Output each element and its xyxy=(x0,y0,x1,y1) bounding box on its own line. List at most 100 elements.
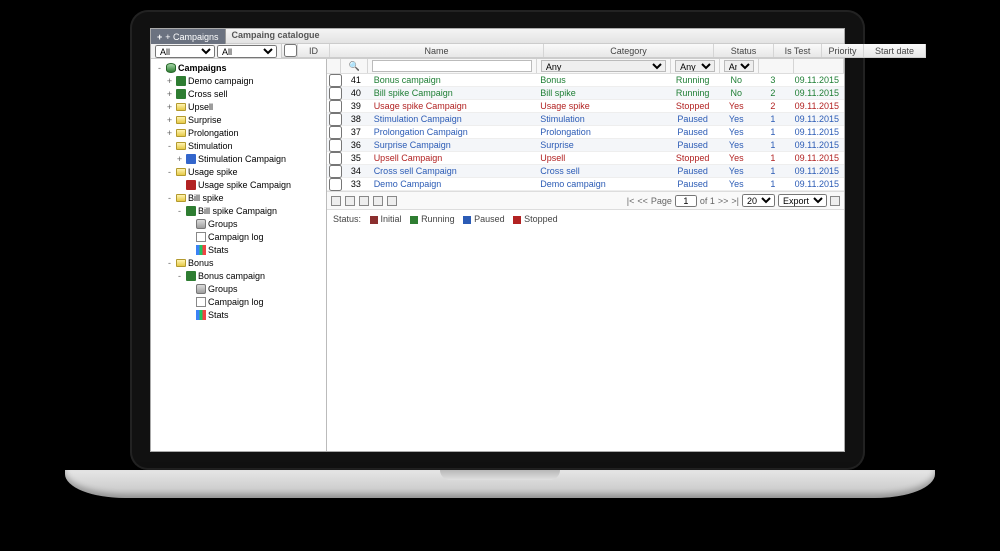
cell-category[interactable]: Cross sell xyxy=(536,165,669,177)
row-checkbox[interactable] xyxy=(329,165,342,178)
tree-node[interactable]: +Stimulation Campaign xyxy=(153,152,324,165)
filter-2-select[interactable]: All xyxy=(217,45,277,58)
search-icon[interactable]: 🔍 xyxy=(349,61,360,72)
table-row[interactable]: 37Prolongation CampaignProlongationPause… xyxy=(327,126,844,139)
table-row[interactable]: 41Bonus campaignBonusRunningNo309.11.201… xyxy=(327,74,844,87)
pager-first-icon[interactable]: |< xyxy=(627,196,635,206)
cell-name[interactable]: Stimulation Campaign xyxy=(370,113,537,125)
table-row[interactable]: 38Stimulation CampaignStimulationPausedY… xyxy=(327,113,844,126)
tree-node[interactable]: +Demo campaign xyxy=(153,74,324,87)
col-name[interactable]: Name xyxy=(330,44,544,57)
expand-icon[interactable]: + xyxy=(165,76,174,86)
expand-icon[interactable]: - xyxy=(165,193,174,203)
cell-category[interactable]: Bonus xyxy=(536,74,669,86)
pager-export-select[interactable]: Export xyxy=(778,194,827,207)
tree-node[interactable]: Campaign log xyxy=(153,230,324,243)
tree-node[interactable]: Stats xyxy=(153,308,324,321)
cell-category[interactable]: Surprise xyxy=(536,139,669,151)
cell-category[interactable]: Stimulation xyxy=(536,113,669,125)
row-checkbox[interactable] xyxy=(329,152,342,165)
pager-prev-icon[interactable]: << xyxy=(637,196,648,206)
cell-category[interactable]: Demo campaign xyxy=(536,178,669,190)
col-id[interactable]: ID xyxy=(298,44,330,57)
expand-icon[interactable]: + xyxy=(165,115,174,125)
col-status[interactable]: Status xyxy=(714,44,774,57)
row-checkbox[interactable] xyxy=(329,178,342,191)
expand-icon[interactable]: + xyxy=(165,89,174,99)
cell-name[interactable]: Upsell Campaign xyxy=(370,152,537,164)
cell-category[interactable]: Upsell xyxy=(536,152,669,164)
tree-node[interactable]: Campaign log xyxy=(153,295,324,308)
table-row[interactable]: 35Upsell CampaignUpsellStoppedYes109.11.… xyxy=(327,152,844,165)
expand-icon[interactable] xyxy=(185,284,194,294)
tree-node[interactable]: -Bonus xyxy=(153,256,324,269)
cell-category[interactable]: Bill spike xyxy=(536,87,669,99)
table-row[interactable]: 33Demo CampaignDemo campaignPausedYes109… xyxy=(327,178,844,191)
tree-node[interactable]: -Stimulation xyxy=(153,139,324,152)
filter-1-select[interactable]: All xyxy=(155,45,215,58)
pager-next-icon[interactable]: >> xyxy=(718,196,729,206)
tree-node[interactable]: -Bill spike Campaign xyxy=(153,204,324,217)
table-row[interactable]: 39Usage spike CampaignUsage spikeStopped… xyxy=(327,100,844,113)
expand-icon[interactable]: - xyxy=(165,258,174,268)
expand-icon[interactable]: - xyxy=(165,141,174,151)
expand-icon[interactable] xyxy=(185,219,194,229)
expand-icon[interactable]: - xyxy=(175,206,184,216)
expand-icon[interactable]: + xyxy=(175,154,184,164)
row-checkbox[interactable] xyxy=(329,139,342,152)
tree-node[interactable]: +Cross sell xyxy=(153,87,324,100)
cell-name[interactable]: Bonus campaign xyxy=(370,74,537,86)
tree-node[interactable]: +Upsell xyxy=(153,100,324,113)
tree-node[interactable]: -Usage spike xyxy=(153,165,324,178)
table-row[interactable]: 36Surprise CampaignSurprisePausedYes109.… xyxy=(327,139,844,152)
edit-icon[interactable] xyxy=(345,196,355,206)
col-startdate[interactable]: Start date xyxy=(864,44,926,57)
select-all-checkbox[interactable] xyxy=(284,44,297,57)
expand-icon[interactable]: - xyxy=(165,167,174,177)
copy-icon[interactable] xyxy=(359,196,369,206)
tree-node[interactable]: -Bonus campaign xyxy=(153,269,324,282)
refresh-icon[interactable] xyxy=(387,196,397,206)
tree-node[interactable]: Stats xyxy=(153,243,324,256)
tree-node[interactable]: +Surprise xyxy=(153,113,324,126)
delete-icon[interactable] xyxy=(373,196,383,206)
expand-icon[interactable] xyxy=(185,245,194,255)
col-priority[interactable]: Priority xyxy=(822,44,864,57)
row-checkbox[interactable] xyxy=(329,87,342,100)
expand-icon[interactable]: + xyxy=(165,128,174,138)
expand-icon[interactable] xyxy=(185,310,194,320)
table-row[interactable]: 34Cross sell CampaignCross sellPausedYes… xyxy=(327,165,844,178)
col-istest[interactable]: Is Test xyxy=(774,44,822,57)
pager-page-input[interactable] xyxy=(675,195,697,207)
row-checkbox[interactable] xyxy=(329,113,342,126)
tree-node[interactable]: -Bill spike xyxy=(153,191,324,204)
expand-icon[interactable] xyxy=(185,297,194,307)
table-row[interactable]: 40Bill spike CampaignBill spikeRunningNo… xyxy=(327,87,844,100)
tree-root[interactable]: - Campaigns xyxy=(153,61,324,74)
cell-name[interactable]: Demo Campaign xyxy=(370,178,537,190)
expand-icon[interactable]: - xyxy=(155,63,164,73)
tree-node[interactable]: Groups xyxy=(153,217,324,230)
col-category[interactable]: Category xyxy=(544,44,714,57)
add-campaign-button[interactable]: + + Campaigns xyxy=(151,29,226,44)
tree-node[interactable]: +Prolongation xyxy=(153,126,324,139)
row-checkbox[interactable] xyxy=(329,100,342,113)
tree-node[interactable]: Usage spike Campaign xyxy=(153,178,324,191)
pager-last-icon[interactable]: >| xyxy=(731,196,739,206)
cell-name[interactable]: Cross sell Campaign xyxy=(370,165,537,177)
filter-istest-select[interactable]: Any xyxy=(724,60,754,72)
cell-name[interactable]: Prolongation Campaign xyxy=(370,126,537,138)
add-icon[interactable] xyxy=(331,196,341,206)
filter-category-select[interactable]: Any xyxy=(541,60,666,72)
col-checkbox[interactable] xyxy=(282,44,298,57)
cell-name[interactable]: Surprise Campaign xyxy=(370,139,537,151)
row-checkbox[interactable] xyxy=(329,126,342,139)
cell-name[interactable]: Bill spike Campaign xyxy=(370,87,537,99)
expand-icon[interactable]: - xyxy=(175,271,184,281)
cell-name[interactable]: Usage spike Campaign xyxy=(370,100,537,112)
expand-icon[interactable] xyxy=(185,232,194,242)
pager-size-select[interactable]: 20 xyxy=(742,194,775,207)
expand-icon[interactable] xyxy=(175,180,184,190)
expand-icon[interactable]: + xyxy=(165,102,174,112)
tree-node[interactable]: Groups xyxy=(153,282,324,295)
